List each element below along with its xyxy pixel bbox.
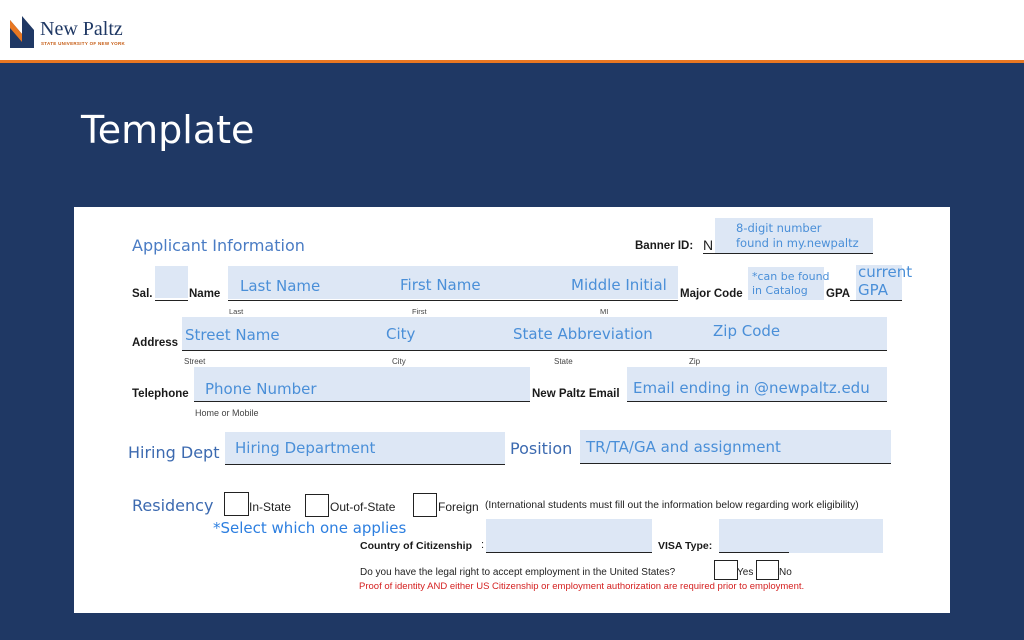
mi-sub-label: MI	[600, 307, 609, 316]
street-name-hint: Street Name	[185, 326, 280, 344]
email-label: New Paltz Email	[532, 388, 620, 400]
major-code-hint: *can be found in Catalog	[752, 270, 830, 297]
telephone-field[interactable]	[194, 401, 530, 402]
gpa-label: GPA	[826, 288, 851, 300]
in-state-checkbox[interactable]	[224, 492, 249, 516]
banner-id-field[interactable]	[703, 253, 873, 254]
slide-title: Template	[81, 108, 255, 152]
out-of-state-checkbox[interactable]	[305, 494, 329, 517]
telephone-label: Telephone	[132, 388, 189, 400]
hiring-dept-field[interactable]	[225, 464, 505, 465]
new-paltz-logo[interactable]: New Paltz STATE UNIVERSITY OF NEW YORK	[10, 16, 140, 50]
citizenship-colon: :	[481, 539, 485, 551]
salutation-hint-box	[155, 266, 188, 298]
banner-id-label: Banner ID:	[635, 240, 694, 252]
first-name-hint: First Name	[400, 276, 481, 294]
banner-id-prefix: N	[703, 237, 714, 253]
gpa-hint: current GPA	[858, 263, 913, 299]
position-label: Position	[510, 439, 573, 458]
new-paltz-mark-icon	[10, 16, 34, 48]
visa-type-field-extra	[767, 552, 789, 553]
legal-right-question: Do you have the legal right to accept em…	[360, 567, 676, 578]
major-code-label: Major Code	[680, 288, 743, 300]
residency-label: Residency	[132, 496, 214, 515]
name-label: Name	[189, 288, 221, 300]
international-note: (International students must fill out th…	[485, 500, 859, 511]
no-label: No	[779, 567, 792, 578]
salutation-field[interactable]	[155, 300, 188, 301]
no-checkbox[interactable]	[756, 560, 779, 580]
last-sub-label: Last	[229, 307, 244, 316]
proof-warning: Proof of identity AND either US Citizens…	[359, 581, 805, 592]
visa-hint-box	[719, 519, 883, 553]
yes-checkbox[interactable]	[714, 560, 738, 580]
form-image: Applicant Information 8-digit number fou…	[74, 207, 950, 613]
logo-subtitle: STATE UNIVERSITY OF NEW YORK	[41, 41, 126, 46]
logo-wordmark: New Paltz	[40, 18, 123, 40]
street-sub-label: Street	[184, 357, 206, 366]
section-title: Applicant Information	[132, 236, 305, 255]
city-hint: City	[386, 325, 416, 343]
foreign-label: Foreign	[438, 500, 479, 514]
hiring-department-hint: Hiring Department	[235, 439, 376, 457]
banner-id-hint: 8-digit number found in my.newpaltz	[736, 221, 859, 250]
city-sub-label: City	[392, 357, 406, 366]
in-state-label: In-State	[249, 500, 292, 514]
out-of-state-label: Out-of-State	[330, 500, 396, 514]
email-field[interactable]	[627, 401, 887, 402]
visa-type-label: VISA Type:	[658, 540, 713, 552]
gpa-field[interactable]	[850, 300, 902, 301]
select-one-hint: *Select which one applies	[213, 519, 407, 537]
state-sub-label: State	[554, 357, 573, 366]
zip-code-hint: Zip Code	[713, 322, 781, 340]
header-bar: New Paltz STATE UNIVERSITY OF NEW YORK	[0, 0, 1024, 62]
state-abbreviation-hint: State Abbreviation	[513, 325, 653, 343]
position-field[interactable]	[580, 463, 891, 464]
foreign-checkbox[interactable]	[413, 493, 437, 517]
middle-initial-hint: Middle Initial	[571, 276, 667, 294]
address-field[interactable]	[182, 350, 887, 351]
address-label: Address	[132, 337, 179, 349]
email-hint: Email ending in @newpaltz.edu	[633, 379, 870, 397]
zip-sub-label: Zip	[689, 357, 701, 366]
phone-number-hint: Phone Number	[205, 380, 317, 398]
citizenship-label: Country of Citizenship	[360, 540, 472, 552]
position-hint: TR/TA/GA and assignment	[586, 438, 781, 456]
salutation-label: Sal.	[132, 288, 153, 300]
citizenship-field[interactable]	[486, 552, 652, 553]
yes-label: Yes	[737, 567, 754, 578]
home-or-mobile-sub-label: Home or Mobile	[195, 408, 259, 418]
first-sub-label: First	[412, 307, 427, 316]
citizenship-hint-box	[486, 519, 652, 553]
last-name-hint: Last Name	[240, 277, 321, 295]
name-field[interactable]	[228, 300, 678, 301]
hiring-dept-label: Hiring Dept	[128, 443, 220, 462]
